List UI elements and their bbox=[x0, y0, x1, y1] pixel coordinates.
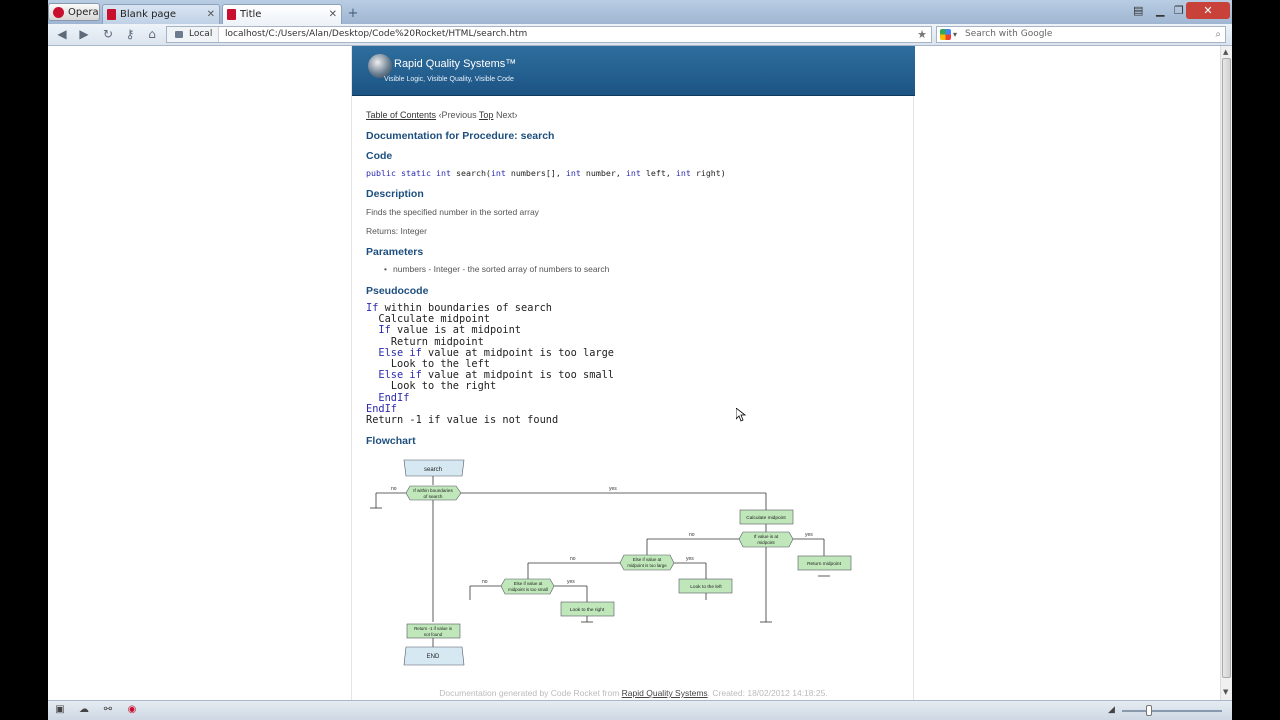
share-icon[interactable]: ⚯ bbox=[102, 704, 114, 716]
footer-link[interactable]: Rapid Quality Systems bbox=[622, 688, 708, 698]
google-icon[interactable] bbox=[940, 29, 951, 40]
page-favicon-icon bbox=[227, 9, 236, 20]
panel-toggle-icon[interactable]: ▣ bbox=[54, 704, 66, 716]
flow-yes-label: yes bbox=[567, 579, 575, 585]
opera-menu-label: Opera bbox=[68, 6, 99, 18]
opera-logo-icon bbox=[53, 6, 64, 18]
flow-cond4-line2: midpoint is too small bbox=[508, 587, 548, 592]
close-window-button[interactable]: ✕ bbox=[1186, 2, 1230, 19]
tab-label: Blank page bbox=[120, 9, 177, 20]
opera-menu-button[interactable]: Opera bbox=[48, 3, 100, 21]
zoom-slider[interactable] bbox=[1122, 710, 1222, 712]
flow-cond1-line1: If within boundaries bbox=[413, 488, 453, 493]
flow-calc-label: Calculate midpoint bbox=[746, 515, 786, 521]
address-toolbar: ◀ ▶ ↻ ⚷ ⌂ Local localhost/C:/Users/Alan/… bbox=[48, 24, 1232, 46]
code-heading: Code bbox=[366, 150, 393, 162]
doc-nav: Table of Contents ‹Previous Top Next› bbox=[366, 110, 517, 120]
close-icon[interactable]: ✕ bbox=[329, 9, 337, 20]
site-info-badge[interactable]: Local bbox=[167, 27, 219, 42]
reload-icon[interactable]: ↻ bbox=[100, 27, 116, 41]
footer-prefix: Documentation generated by Code Rocket f… bbox=[439, 688, 622, 698]
description-text: Finds the specified number in the sorted… bbox=[366, 207, 539, 217]
flow-no-label: no bbox=[391, 486, 397, 492]
code-signature: public static int search(int numbers[], … bbox=[366, 168, 726, 178]
flow-cond2-line2: midpoint bbox=[757, 540, 775, 545]
tab-title[interactable]: Title ✕ bbox=[222, 4, 342, 24]
tab-menu-icon[interactable]: ▤ bbox=[1133, 4, 1143, 17]
doc-heading: Documentation for Procedure: search bbox=[366, 130, 555, 142]
flow-no-label: no bbox=[482, 579, 488, 585]
cloud-icon[interactable]: ☁ bbox=[78, 704, 90, 716]
browser-window: Opera Blank page ✕ Title ✕ + ▤ ▁ ❐ ✕ ◀ ▶… bbox=[48, 0, 1232, 720]
banner-title: Rapid Quality Systems™ bbox=[394, 58, 517, 70]
close-icon[interactable]: ✕ bbox=[207, 9, 215, 20]
flowchart-diagram: search If within boundaries of search no… bbox=[370, 459, 852, 666]
flow-no-label: no bbox=[689, 532, 695, 538]
pseudocode-line: Return -1 if value is not found bbox=[366, 414, 559, 427]
toc-link[interactable]: Table of Contents bbox=[366, 110, 436, 120]
flowchart-heading: Flowchart bbox=[366, 435, 416, 447]
next-label: Next› bbox=[495, 110, 518, 120]
address-field[interactable]: Local localhost/C:/Users/Alan/Desktop/Co… bbox=[166, 26, 932, 43]
turbo-icon[interactable]: ◉ bbox=[126, 704, 138, 716]
flow-cond1-line2: of search bbox=[424, 494, 443, 499]
tab-blank-page[interactable]: Blank page ✕ bbox=[102, 4, 220, 24]
banner-tagline: Visible Logic, Visible Quality, Visible … bbox=[384, 76, 514, 83]
flow-look-left-label: Look to the left bbox=[690, 584, 722, 590]
doc-page: Rapid Quality Systems™ Visible Logic, Vi… bbox=[351, 46, 915, 700]
top-link[interactable]: Top bbox=[479, 110, 494, 120]
scrollbar-thumb[interactable] bbox=[1222, 58, 1231, 678]
home-icon[interactable]: ⌂ bbox=[144, 27, 160, 41]
returns-text: Returns: Integer bbox=[366, 226, 427, 236]
star-icon[interactable]: ★ bbox=[917, 27, 927, 42]
page-footer: Documentation generated by Code Rocket f… bbox=[352, 688, 915, 698]
search-placeholder: Search with Google bbox=[965, 29, 1053, 39]
flow-return-midpoint-label: Return midpoint bbox=[807, 561, 842, 567]
flow-ret-neg-line2: not found bbox=[424, 632, 443, 637]
pseudocode-heading: Pseudocode bbox=[366, 285, 429, 297]
forward-icon[interactable]: ▶ bbox=[76, 27, 92, 41]
pseudocode-line: EndIf bbox=[378, 391, 410, 404]
maximize-icon[interactable]: ❐ bbox=[1174, 4, 1184, 17]
mouse-cursor-icon bbox=[736, 408, 746, 422]
flow-cond4-line1: Else if value at bbox=[514, 581, 543, 586]
zoom-out-icon[interactable]: ◢ bbox=[1108, 705, 1115, 715]
minimize-icon[interactable]: ▁ bbox=[1156, 4, 1164, 17]
flow-cond3-line1: Else if value at bbox=[633, 557, 662, 562]
flow-look-right-label: Look to the right bbox=[570, 607, 605, 613]
search-icon[interactable]: ⌕ bbox=[1215, 27, 1221, 42]
flow-cond2-line1: If value is at bbox=[754, 534, 779, 539]
flow-yes-label: yes bbox=[805, 532, 813, 538]
page-favicon-icon bbox=[107, 9, 116, 20]
parameter-item: numbers - Integer - the sorted array of … bbox=[384, 264, 609, 274]
flow-end-label: END bbox=[427, 654, 440, 660]
parameters-heading: Parameters bbox=[366, 246, 424, 258]
header-banner: Rapid Quality Systems™ Visible Logic, Vi… bbox=[352, 46, 915, 96]
flow-no-label: no bbox=[570, 556, 576, 562]
scroll-down-icon[interactable]: ▼ bbox=[1223, 688, 1228, 696]
url-text[interactable]: localhost/C:/Users/Alan/Desktop/Code%20R… bbox=[225, 27, 527, 42]
page-viewport: Rapid Quality Systems™ Visible Logic, Vi… bbox=[48, 46, 1220, 700]
scroll-up-icon[interactable]: ▲ bbox=[1223, 48, 1228, 56]
flow-start-label: search bbox=[424, 467, 442, 473]
description-heading: Description bbox=[366, 188, 424, 200]
flow-cond3-line2: midpoint is too large bbox=[627, 563, 667, 568]
rocket-logo-icon bbox=[368, 54, 392, 78]
flow-yes-label: yes bbox=[609, 486, 617, 492]
vertical-scrollbar[interactable]: ▲ ▼ bbox=[1220, 46, 1232, 700]
previous-label: ‹Previous bbox=[438, 110, 477, 120]
status-bar: ▣ ☁ ⚯ ◉ ◢ bbox=[48, 700, 1232, 720]
search-input[interactable]: ▾ Search with Google ⌕ bbox=[936, 26, 1226, 43]
footer-suffix: . Created: 18/02/2012 14:18:25. bbox=[707, 688, 828, 698]
tab-bar: Opera Blank page ✕ Title ✕ + ▤ ▁ ❐ ✕ bbox=[48, 0, 1232, 24]
back-icon[interactable]: ◀ bbox=[54, 27, 70, 41]
flow-ret-neg-line1: Return -1 if value is bbox=[414, 626, 453, 631]
zoom-slider-knob[interactable] bbox=[1146, 705, 1152, 716]
flow-yes-label: yes bbox=[686, 556, 694, 562]
chevron-down-icon[interactable]: ▾ bbox=[953, 27, 957, 42]
tab-label: Title bbox=[240, 9, 262, 20]
key-icon[interactable]: ⚷ bbox=[122, 27, 138, 41]
pseudocode-block: If within boundaries of search Calculate… bbox=[366, 302, 614, 427]
new-tab-button[interactable]: + bbox=[345, 6, 361, 22]
